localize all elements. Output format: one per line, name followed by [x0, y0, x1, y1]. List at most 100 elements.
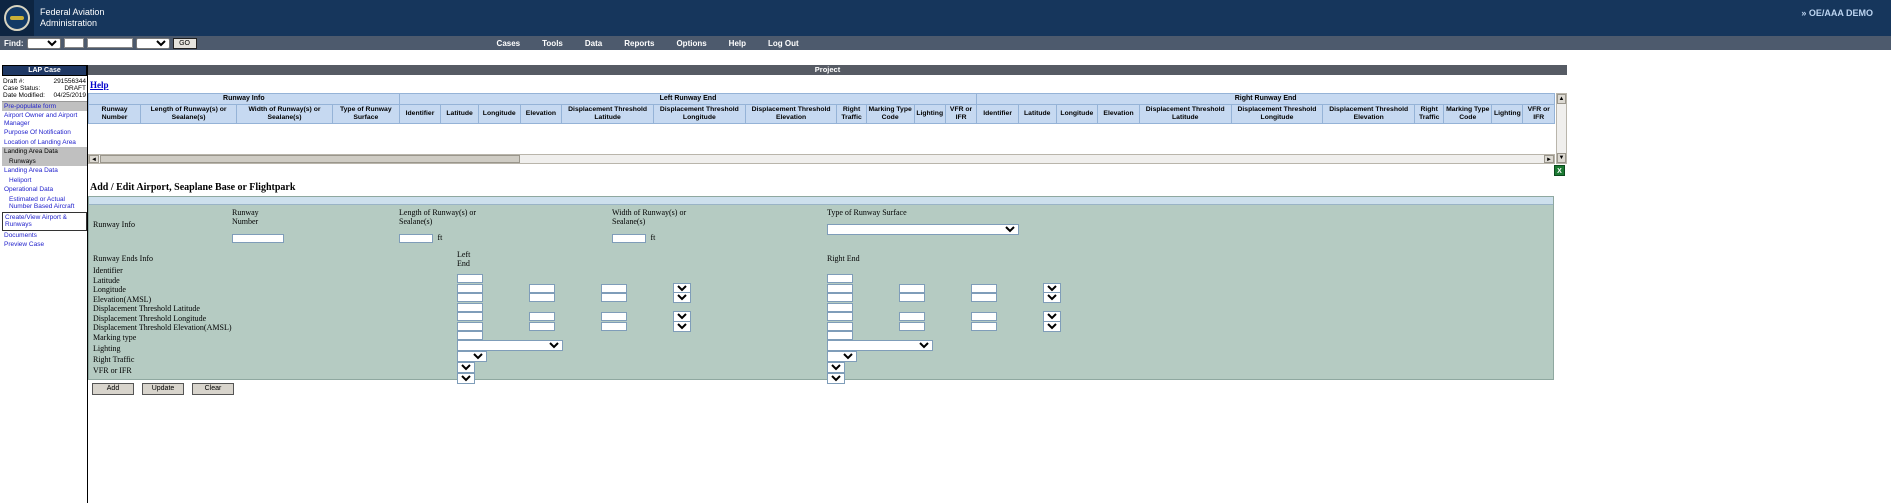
- lighting-label: Lighting: [93, 345, 121, 354]
- case-status-label: Case Status:: [3, 85, 40, 92]
- sidebar-item-based-aircraft[interactable]: Estimated or Actual Number Based Aircraf…: [2, 195, 87, 212]
- menu-bar: Find: GO Cases Tools Data Reports Option…: [0, 36, 1891, 50]
- update-button[interactable]: Update: [142, 383, 184, 395]
- right-vfr-ifr-select[interactable]: [827, 373, 845, 384]
- sidebar-item-create-view-airport-runways[interactable]: Create/View Airport & Runways: [2, 212, 87, 231]
- runway-surface-select[interactable]: [827, 224, 1019, 235]
- th-right-marking-type: Marking Type Code: [1444, 105, 1492, 124]
- sidebar-item-landing-area-data-2[interactable]: Landing Area Data: [2, 166, 87, 175]
- latitude-row: Latitude: [89, 277, 1553, 287]
- th-left-vfr-ifr: VFR or IFR: [945, 105, 976, 124]
- menu-items: Cases Tools Data Reports Options Help Lo…: [497, 39, 799, 48]
- sidebar-item-airport-owner-manager[interactable]: Airport Owner and Airport Manager: [2, 111, 87, 128]
- runways-table: Runway Info Left Runway End Right Runway…: [88, 93, 1555, 153]
- runway-width-label: Width of Runway(s) or Sealane(s): [612, 209, 712, 227]
- th-right-longitude: Longitude: [1056, 105, 1098, 124]
- runway-surface-field: Type of Runway Surface: [827, 209, 1019, 236]
- scroll-up-arrow[interactable]: ▲: [1557, 94, 1566, 104]
- horizontal-scroll-thumb[interactable]: [100, 155, 520, 163]
- th-length: Length of Runway(s) or Sealane(s): [141, 105, 237, 124]
- menu-item-tools[interactable]: Tools: [542, 39, 563, 48]
- horizontal-scrollbar[interactable]: ◄ ►: [88, 154, 1555, 164]
- sidebar-item-pre-populate-form[interactable]: Pre-populate form: [2, 102, 87, 111]
- runway-width-input[interactable]: [612, 234, 646, 243]
- menu-item-cases[interactable]: Cases: [497, 39, 521, 48]
- dt-latitude-row: Displacement Threshold Latitude: [89, 305, 1553, 315]
- menu-item-logout[interactable]: Log Out: [768, 39, 799, 48]
- clear-button[interactable]: Clear: [192, 383, 234, 395]
- sidebar-item-location-of-landing-area[interactable]: Location of Landing Area: [2, 138, 87, 147]
- agency-line1: Federal Aviation: [40, 7, 104, 18]
- menu-item-data[interactable]: Data: [585, 39, 602, 48]
- help-link[interactable]: Help: [90, 80, 109, 90]
- sidebar-item-purpose-of-notification[interactable]: Purpose Of Notification: [2, 128, 87, 137]
- identifier-label: Identifier: [93, 267, 123, 276]
- th-right-dt-longitude: Displacement Threshold Longitude: [1231, 105, 1323, 124]
- runway-number-input[interactable]: [232, 234, 284, 243]
- vertical-scrollbar[interactable]: ▲ ▼: [1556, 93, 1567, 164]
- latitude-label: Latitude: [93, 277, 120, 286]
- sidebar-item-operational-data[interactable]: Operational Data: [2, 185, 87, 194]
- sidebar-title: LAP Case: [2, 65, 87, 76]
- group-runway-info: Runway Info: [89, 94, 400, 105]
- add-edit-section-title: Add / Edit Airport, Seaplane Base or Fli…: [90, 182, 1567, 193]
- scroll-down-arrow[interactable]: ▼: [1557, 153, 1566, 163]
- width-ft-unit: ft: [650, 233, 655, 242]
- sidebar-meta: Draft #:291556344 Case Status:DRAFT Date…: [2, 76, 87, 102]
- th-right-identifier: Identifier: [977, 105, 1019, 124]
- group-left-runway-end: Left Runway End: [399, 94, 977, 105]
- sidebar-item-runways[interactable]: Runways: [2, 157, 87, 166]
- draft-number-label: Draft #:: [3, 78, 24, 85]
- runway-length-input[interactable]: [399, 234, 433, 243]
- sidebar-item-documents[interactable]: Documents: [2, 231, 87, 240]
- scroll-right-arrow[interactable]: ►: [1544, 155, 1554, 163]
- sidebar-item-preview-case[interactable]: Preview Case: [2, 240, 87, 249]
- menu-item-help[interactable]: Help: [729, 39, 746, 48]
- runway-length-field: Length of Runway(s) or Sealane(s) ft: [399, 209, 499, 245]
- dt-elevation-row: Displacement Threshold Elevation(AMSL): [89, 324, 1553, 334]
- runway-info-row: Runway Info Runway Number Length of Runw…: [89, 205, 1553, 251]
- th-width: Width of Runway(s) or Sealane(s): [237, 105, 333, 124]
- runway-number-label: Runway Number: [232, 209, 280, 227]
- menu-item-reports[interactable]: Reports: [624, 39, 654, 48]
- oeaaa-demo-link[interactable]: » OE/AAA DEMO: [1801, 8, 1873, 18]
- th-surface: Type of Runway Surface: [332, 105, 399, 124]
- th-left-identifier: Identifier: [399, 105, 441, 124]
- dt-elevation-label: Displacement Threshold Elevation(AMSL): [93, 324, 232, 333]
- find-input-long[interactable]: [87, 38, 133, 48]
- th-right-lighting: Lighting: [1492, 105, 1523, 124]
- th-right-elevation: Elevation: [1098, 105, 1140, 124]
- find-go-button[interactable]: GO: [173, 38, 197, 49]
- th-left-right-traffic: Right Traffic: [837, 105, 866, 124]
- find-scope-select[interactable]: [136, 38, 170, 49]
- excel-export-icon[interactable]: X: [1554, 165, 1565, 176]
- find-type-select[interactable]: [27, 38, 61, 49]
- elevation-row: Elevation(AMSL): [89, 296, 1553, 306]
- runway-ends-info-label: Runway Ends Info: [93, 255, 153, 264]
- add-button[interactable]: Add: [92, 383, 134, 395]
- left-vfr-ifr-select[interactable]: [457, 373, 475, 384]
- th-left-lighting: Lighting: [914, 105, 945, 124]
- right-traffic-label: Right Traffic: [93, 356, 134, 365]
- find-label: Find:: [4, 39, 24, 48]
- right-traffic-row: Right Traffic: [89, 356, 1553, 367]
- th-right-dt-elevation: Displacement Threshold Elevation: [1323, 105, 1415, 124]
- panel-header-strip: [89, 197, 1553, 205]
- th-runway-number: Runway Number: [89, 105, 141, 124]
- lighting-row: Lighting: [89, 345, 1553, 356]
- marking-type-row: Marking type: [89, 334, 1553, 345]
- faa-logo-box: [0, 0, 34, 36]
- longitude-row: Longitude: [89, 286, 1553, 296]
- sidebar-item-landing-area-data[interactable]: Landing Area Data: [2, 147, 87, 156]
- th-left-dt-latitude: Displacement Threshold Latitude: [562, 105, 654, 124]
- runway-form-panel: Runway Info Runway Number Length of Runw…: [88, 196, 1554, 380]
- vfr-ifr-label: VFR or IFR: [93, 367, 132, 376]
- find-input-short[interactable]: [64, 38, 84, 48]
- longitude-label: Longitude: [93, 286, 126, 295]
- runways-table-region: Runway Info Left Runway End Right Runway…: [88, 93, 1567, 164]
- runway-length-label: Length of Runway(s) or Sealane(s): [399, 209, 499, 227]
- scroll-left-arrow[interactable]: ◄: [89, 155, 99, 163]
- case-status-value: DRAFT: [64, 85, 86, 92]
- sidebar-item-heliport[interactable]: Heliport: [2, 176, 87, 185]
- menu-item-options[interactable]: Options: [676, 39, 706, 48]
